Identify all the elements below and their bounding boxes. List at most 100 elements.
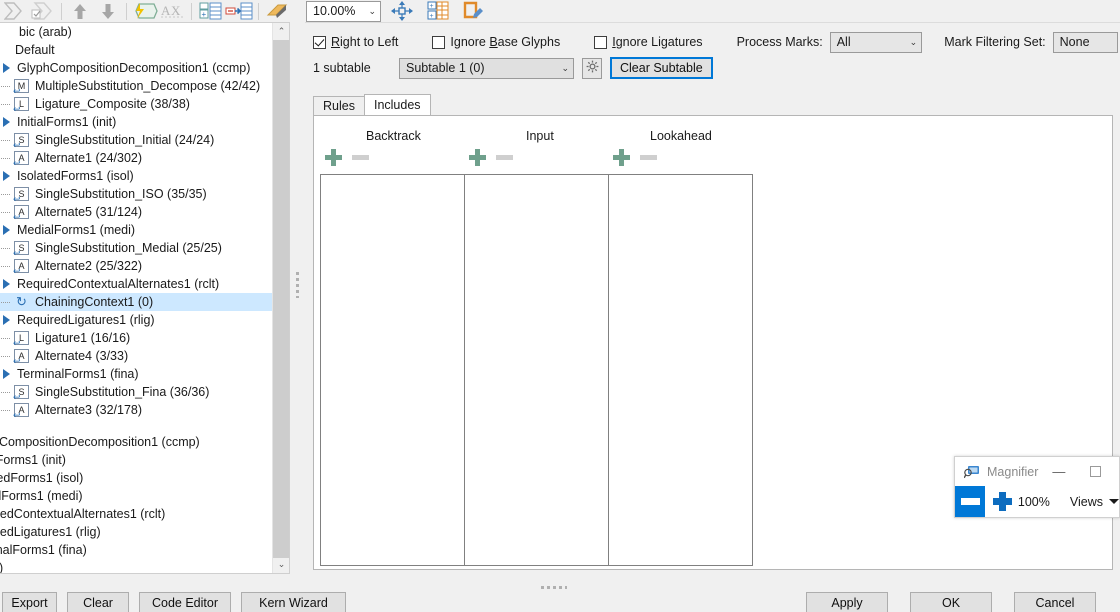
expander-icon[interactable] [0,169,14,183]
arrow-up-icon[interactable] [67,1,93,21]
tree-vertical-scrollbar[interactable]: ⌃ ⌄ [272,23,289,573]
lightning-tag-icon[interactable] [132,1,158,21]
code-editor-button[interactable]: Code Editor [139,592,231,612]
minimize-icon[interactable]: — [1052,464,1065,479]
tree-row[interactable]: S ↩ SingleSubstitution_ISO (35/35) [0,185,273,204]
zoom-combo[interactable]: 10.00% ⌄ [306,0,381,22]
scroll-up-icon[interactable]: ⌃ [273,23,289,40]
arrow-down-icon[interactable] [95,1,121,21]
lookahead-listbox[interactable] [608,174,753,566]
apply-button[interactable]: Apply [806,592,888,612]
tree-row[interactable]: A ↩ Alternate4 (3/33) [0,347,273,366]
expander-icon[interactable] [0,61,14,75]
clear-subtable-button[interactable]: Clear Subtable [610,57,713,79]
ignore-base-glyphs-checkbox[interactable]: Ignore Base Glyphs [432,35,560,49]
tree-row[interactable]: MedialForms1 (medi) [0,221,273,239]
list-item[interactable]: atedForms1 (isol) [0,469,273,487]
list-item[interactable]: uiredLigatures1 (rlig) [0,523,273,541]
checkbox-box[interactable] [432,35,446,49]
views-menu[interactable]: Views [1070,495,1119,509]
chevron-down-icon[interactable]: ⌄ [368,6,376,17]
tab-includes[interactable]: Includes [363,94,431,117]
maximize-icon[interactable] [1090,466,1102,477]
glyph-table-icon[interactable]: + + [423,1,453,21]
chevron-right-outline-icon[interactable] [2,1,28,21]
add-table-icon[interactable]: + [197,1,223,21]
ignore-ligatures-checkbox[interactable]: Ignore Ligatures [594,35,703,49]
spell-check-icon[interactable]: AX [160,1,186,21]
backtrack-listbox[interactable] [320,174,465,566]
tree-row[interactable]: A ↩ Alternate2 (25/322) [0,257,273,276]
expander-icon[interactable] [0,367,14,381]
expander-icon[interactable] [0,313,14,327]
cancel-button[interactable]: Cancel [1014,592,1096,612]
list-item[interactable]: hCompositionDecomposition1 (ccmp) [0,433,273,451]
horizontal-splitter[interactable] [305,583,1120,592]
chevron-down-icon[interactable]: ⌄ [910,37,918,48]
eraser-icon[interactable] [264,1,290,21]
list-item[interactable]: lialForms1 (medi) [0,487,273,505]
tree-row[interactable]: RequiredLigatures1 (rlig) [0,311,273,329]
clear-button[interactable]: Clear [67,592,129,612]
lookahead-add-icon[interactable] [612,148,631,167]
tree-row[interactable]: A ↩ Alternate1 (24/302) [0,149,273,168]
tree-row[interactable]: S ↩ SingleSubstitution_Fina (36/36) [0,383,273,402]
checkbox-box[interactable] [594,35,608,49]
zoom-out-button[interactable] [955,486,986,517]
tab-rules[interactable]: Rules [313,96,365,117]
list-item[interactable]: 3) [0,559,273,573]
scrollbar-thumb[interactable] [273,40,289,558]
scroll-down-icon[interactable]: ⌄ [273,556,289,573]
input-remove-icon[interactable] [496,155,513,160]
tree-row[interactable]: bic (arab) [0,23,273,41]
tree-row[interactable]: L ↩ Ligature_Composite (38/38) [0,95,273,114]
chevron-down-icon[interactable]: ⌄ [561,63,569,74]
tree-item-label: MedialForms1 (medi) [17,223,136,237]
subtable-settings-button[interactable] [582,57,602,79]
edit-page-icon[interactable] [459,1,489,21]
magnifier-title-bar[interactable]: Magnifier — [955,457,1119,486]
tree-row[interactable]: IsolatedForms1 (isol) [0,167,273,185]
ok-button[interactable]: OK [910,592,992,612]
tree-row[interactable]: TerminalForms1 (fina) [0,365,273,383]
tree-row[interactable]: RequiredContextualAlternates1 (rclt) [0,275,273,293]
expander-icon[interactable] [0,223,14,237]
tree-row[interactable]: L ↩ Ligature1 (16/16) [0,329,273,348]
fit-to-window-icon[interactable] [387,1,417,21]
backtrack-remove-icon[interactable] [352,155,369,160]
backtrack-add-icon[interactable] [324,148,343,167]
kern-wizard-button[interactable]: Kern Wizard [241,592,346,612]
input-add-icon[interactable] [468,148,487,167]
tree-row[interactable]: GlyphCompositionDecomposition1 (ccmp) [0,59,273,77]
chevron-down-icon[interactable] [1109,499,1119,504]
tree-row[interactable]: A ↩ Alternate5 (31/124) [0,203,273,222]
checkbox-box[interactable] [313,35,326,49]
tree-row[interactable]: A ↩ Alternate3 (32/178) [0,401,273,420]
tree-row[interactable]: InitialForms1 (init) [0,113,273,131]
expander-icon[interactable] [0,115,14,129]
tree-row[interactable]: S ↩ SingleSubstitution_Medial (25/25) [0,239,273,258]
process-marks-combo[interactable]: All ⌄ [829,31,923,53]
zoom-in-button[interactable] [985,486,1014,517]
remove-table-icon[interactable] [225,1,253,21]
magnifier-window[interactable]: Magnifier — 100% Views [954,456,1120,518]
vertical-splitter[interactable] [291,0,305,590]
tree-connector [0,239,14,257]
tree-row[interactable]: S ↩ SingleSubstitution_Initial (24/24) [0,131,273,150]
export-button[interactable]: Export [2,592,57,612]
lookup-tree[interactable]: bic (arab) Default GlyphCompositionDecom… [0,22,290,574]
checkbox-shape-icon[interactable] [30,1,56,21]
tree-row[interactable]: Default [0,41,273,59]
list-item[interactable]: alForms1 (init) [0,451,273,469]
input-listbox[interactable] [464,174,609,566]
subtable-combo[interactable]: Subtable 1 (0) ⌄ [399,57,574,79]
list-item[interactable]: ninalForms1 (fina) [0,541,273,559]
right-to-left-checkbox[interactable]: Right to Left [313,35,398,49]
tree-row-selected[interactable]: ↻ ChainingContext1 (0) [0,293,273,311]
expander-icon[interactable] [0,277,14,291]
tree-row[interactable]: M ↩ MultipleSubstitution_Decompose (42/42… [0,77,273,96]
list-item[interactable]: uiredContextualAlternates1 (rclt) [0,505,273,523]
tree-connector [0,203,14,221]
lookahead-remove-icon[interactable] [640,155,657,160]
mark-filtering-set-combo[interactable]: None [1052,31,1118,53]
